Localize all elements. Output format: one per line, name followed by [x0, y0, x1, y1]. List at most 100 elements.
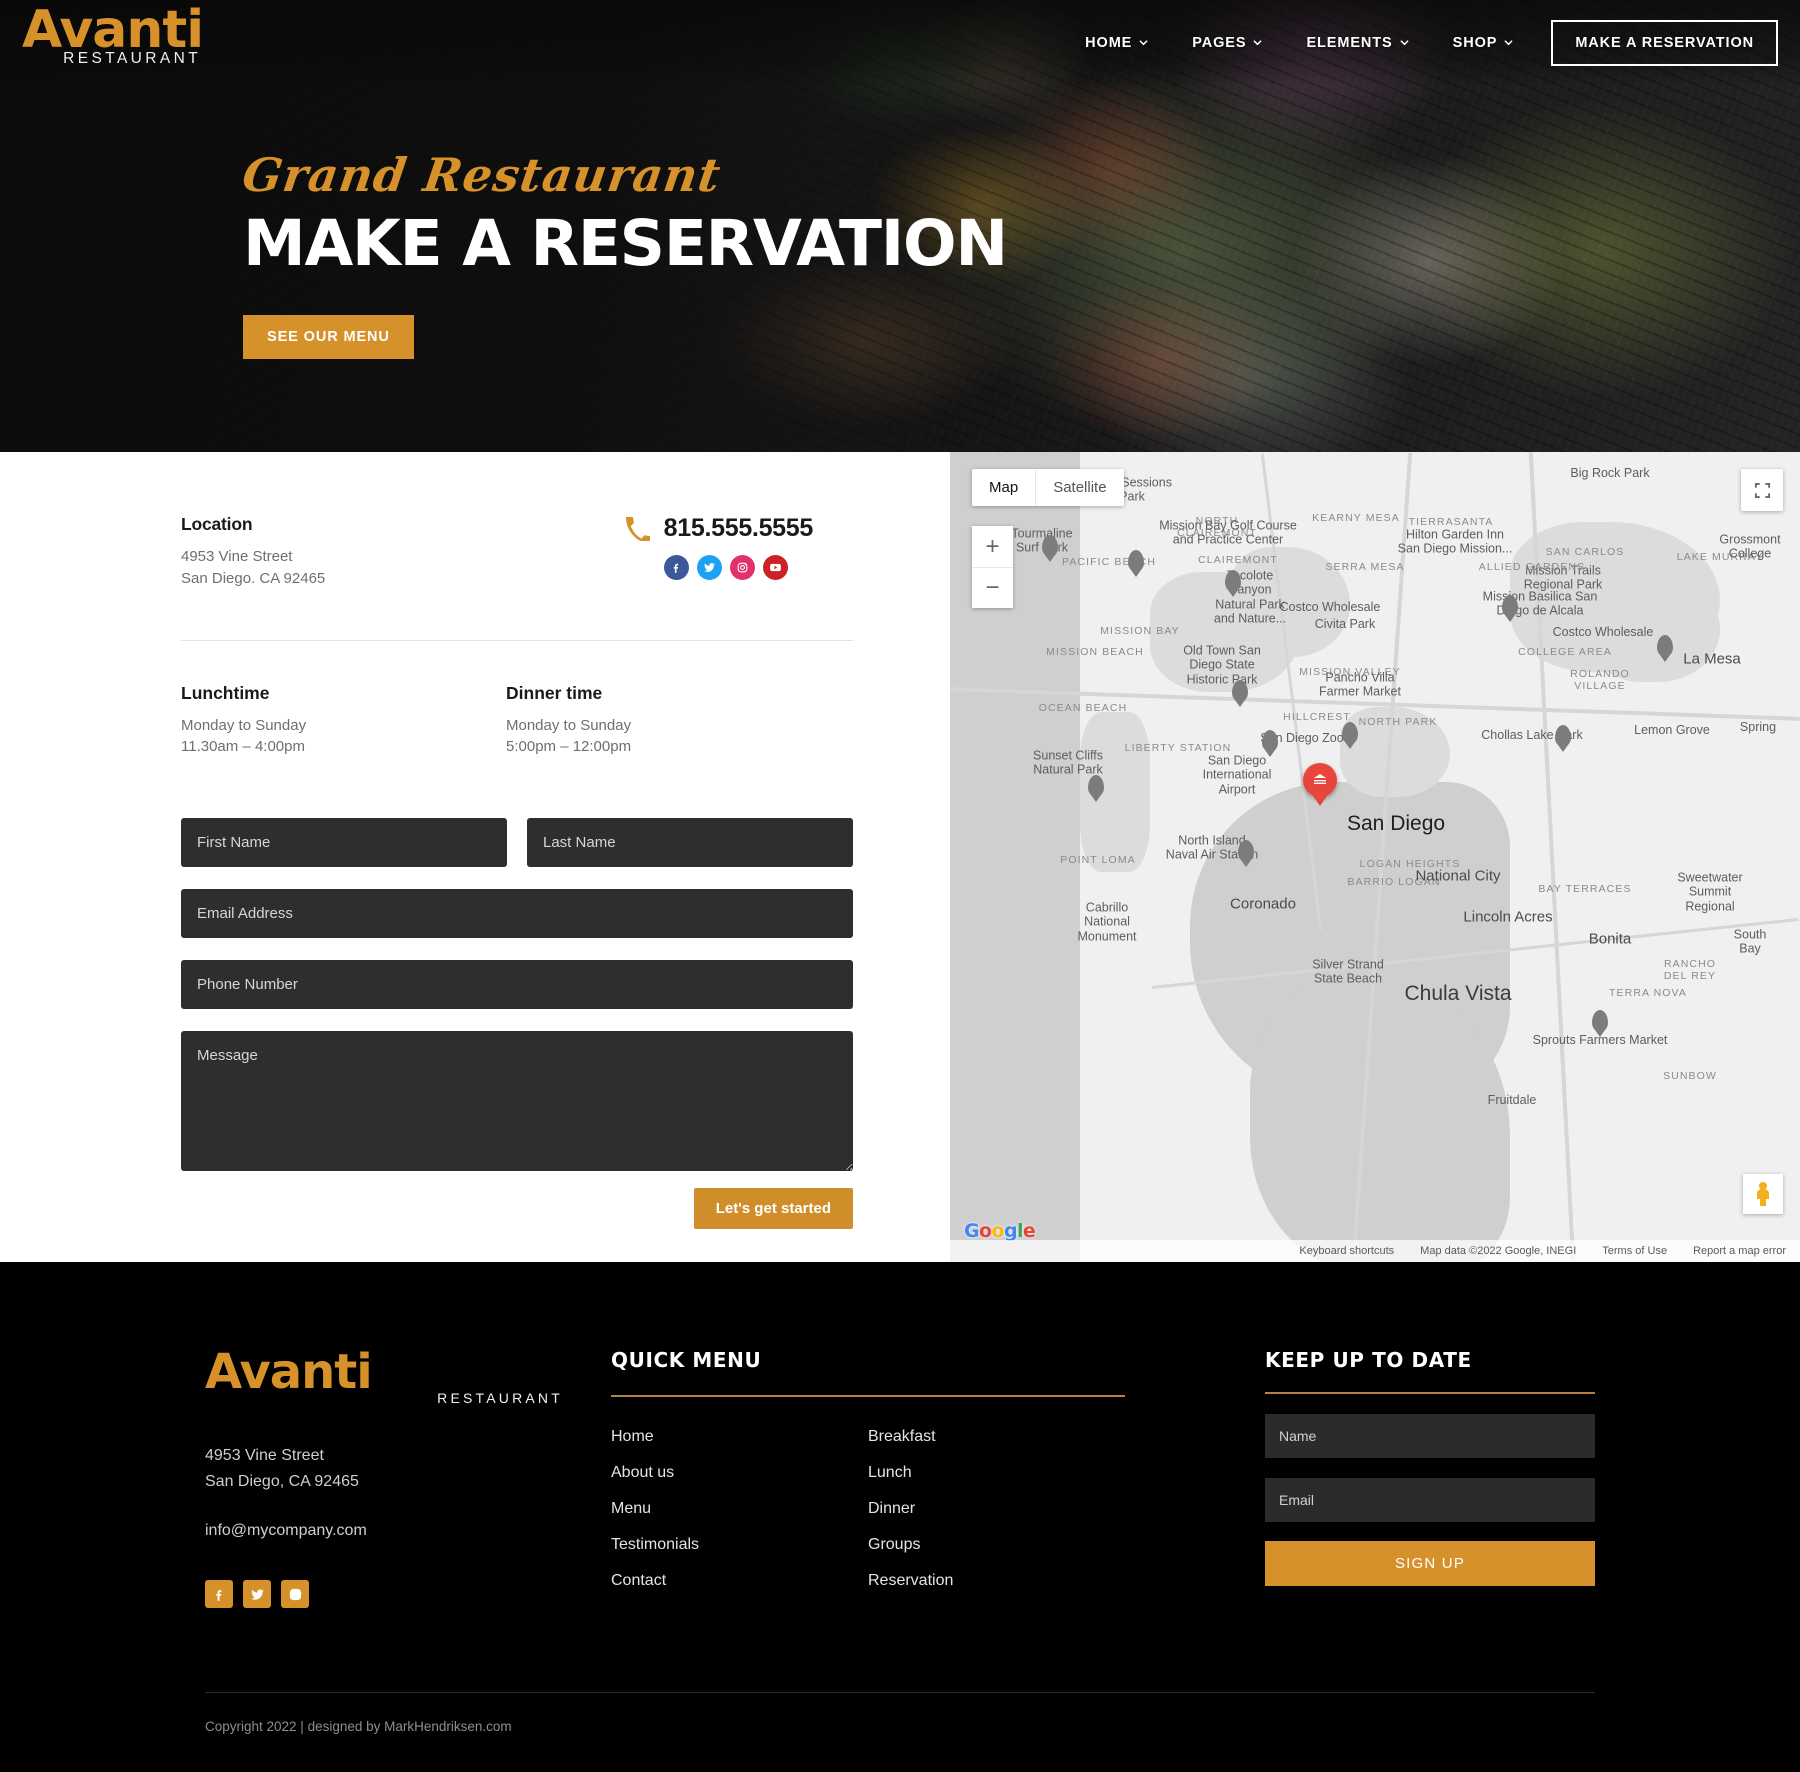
hero-section: Avanti RESTAURANT HOME PAGES ELEMENTS SH…: [0, 0, 1800, 452]
footer-email[interactable]: info@mycompany.com: [205, 1522, 565, 1540]
instagram-icon[interactable]: [281, 1580, 309, 1609]
site-logo[interactable]: Avanti RESTAURANT: [22, 4, 204, 67]
lunchtime-hours: 11.30am – 4:00pm: [181, 738, 305, 756]
map-place-label: MISSION BEACH: [1046, 645, 1144, 658]
map-place-label: Hilton Garden Inn San Diego Mission...: [1397, 527, 1513, 556]
zoom-in-button[interactable]: +: [972, 526, 1013, 567]
list-item: Home: [611, 1428, 868, 1446]
contact-column: Location 4953 Vine Street San Diego. CA …: [0, 452, 950, 1262]
see-our-menu-button[interactable]: SEE OUR MENU: [243, 315, 414, 360]
message-textarea[interactable]: [181, 1031, 853, 1171]
map-type-map[interactable]: Map: [972, 469, 1035, 506]
terms-of-use-link[interactable]: Terms of Use: [1602, 1245, 1667, 1257]
instagram-icon[interactable]: [729, 555, 755, 580]
map-pin-icon[interactable]: [1128, 550, 1144, 572]
list-item: About us: [611, 1464, 868, 1482]
keyboard-shortcuts-link[interactable]: Keyboard shortcuts: [1299, 1245, 1394, 1257]
submit-button[interactable]: Let's get started: [693, 1188, 853, 1229]
list-item: Breakfast: [868, 1428, 1125, 1446]
chevron-down-icon: [1400, 38, 1409, 47]
map-place-label: SUNBOW: [1663, 1069, 1717, 1082]
quick-link-reservation[interactable]: Reservation: [868, 1572, 953, 1589]
quick-link-home[interactable]: Home: [611, 1428, 654, 1445]
quick-menu-column-1: Home About us Menu Testimonials Contact: [611, 1428, 868, 1608]
map-place-label: SAN CARLOS: [1545, 545, 1625, 558]
quick-link-contact[interactable]: Contact: [611, 1572, 666, 1589]
restaurant-location-marker[interactable]: [1303, 763, 1337, 797]
map-pin-icon[interactable]: [1238, 840, 1254, 862]
newsletter-signup-button[interactable]: SIGN UP: [1265, 1541, 1595, 1586]
nav-item-shop-label: SHOP: [1452, 35, 1498, 51]
report-map-error-link[interactable]: Report a map error: [1693, 1245, 1786, 1257]
youtube-icon[interactable]: [762, 555, 788, 580]
map-pin-icon[interactable]: [1342, 722, 1358, 744]
reservation-form: Let's get started: [181, 818, 853, 1229]
last-name-input[interactable]: [527, 818, 853, 867]
nav-item-shop[interactable]: SHOP: [1431, 35, 1536, 51]
quick-link-dinner[interactable]: Dinner: [868, 1500, 915, 1517]
map-pin-icon[interactable]: [1592, 1010, 1608, 1032]
list-item: Lunch: [868, 1464, 1125, 1482]
chevron-down-icon: [1504, 38, 1513, 47]
map-pin-icon[interactable]: [1262, 730, 1278, 752]
map-place-label: National City: [1415, 867, 1501, 885]
quick-link-about-us[interactable]: About us: [611, 1464, 674, 1481]
twitter-icon[interactable]: [696, 555, 722, 580]
footer-address-line-1: 4953 Vine Street: [205, 1447, 324, 1464]
map-pin-icon[interactable]: [1232, 680, 1248, 702]
map-pin-icon[interactable]: [1088, 775, 1104, 797]
map-pin-icon[interactable]: [1042, 535, 1058, 557]
list-item: Contact: [611, 1572, 868, 1590]
nav-item-pages[interactable]: PAGES: [1170, 35, 1284, 51]
quick-link-testimonials[interactable]: Testimonials: [611, 1536, 699, 1553]
first-name-input[interactable]: [181, 818, 507, 867]
map-marker-city-label: San Diego: [1347, 811, 1446, 835]
map-place-label: COLLEGE AREA: [1518, 645, 1612, 658]
map-place-label: Big Rock Park: [1570, 465, 1650, 480]
map-pin-icon[interactable]: [1657, 635, 1673, 657]
nav-item-elements[interactable]: ELEMENTS: [1284, 35, 1430, 51]
phone-input[interactable]: [181, 960, 853, 1009]
quick-link-lunch[interactable]: Lunch: [868, 1464, 912, 1481]
map-place-label: Chula Vista: [1404, 981, 1512, 1005]
nav-item-pages-label: PAGES: [1192, 35, 1247, 51]
nav-item-home[interactable]: HOME: [1063, 35, 1170, 51]
map-canvas[interactable]: NORTH CLAIREMONT CLAIREMONT KEARNY MESA TIE…: [950, 452, 1800, 1262]
map-place-label: HILLCREST: [1283, 710, 1351, 723]
name-row: [181, 818, 853, 867]
dinnertime-heading: Dinner time: [506, 682, 603, 703]
phone-row[interactable]: 815.555.5555: [625, 514, 813, 543]
fullscreen-button[interactable]: [1741, 469, 1783, 511]
map-place-label: Sunset Cliffs Natural Park: [1033, 748, 1103, 777]
street-view-pegman-icon[interactable]: [1743, 1174, 1783, 1214]
location-map[interactable]: NORTH CLAIREMONT CLAIREMONT KEARNY MESA TIE…: [950, 452, 1800, 1262]
newsletter-email-input[interactable]: [1265, 1478, 1595, 1522]
quick-link-menu[interactable]: Menu: [611, 1500, 651, 1517]
zoom-out-button[interactable]: −: [972, 567, 1013, 608]
social-links: [663, 555, 813, 580]
quick-link-breakfast[interactable]: Breakfast: [868, 1428, 936, 1445]
footer-bottom: Copyright 2022 | designed by MarkHendrik…: [205, 1692, 1595, 1772]
opening-hours: Lunchtime Monday to Sunday 11.30am – 4:0…: [181, 683, 853, 759]
quick-link-groups[interactable]: Groups: [868, 1536, 920, 1553]
dinnertime-block: Dinner time Monday to Sunday 5:00pm – 12…: [506, 683, 831, 759]
map-type-satellite[interactable]: Satellite: [1035, 469, 1123, 506]
map-pin-icon[interactable]: [1502, 595, 1518, 617]
footer-logo[interactable]: Avanti RESTAURANT: [205, 1348, 565, 1405]
map-place-label: San Diego International Airport: [1202, 753, 1272, 797]
map-data-credit: Map data ©2022 Google, INEGI: [1420, 1245, 1577, 1257]
map-place-label: Old Town San Diego State Historic Park: [1183, 643, 1261, 687]
make-a-reservation-button[interactable]: MAKE A RESERVATION: [1551, 20, 1778, 66]
twitter-icon[interactable]: [243, 1580, 271, 1609]
newsletter-name-input[interactable]: [1265, 1414, 1595, 1458]
chevron-down-icon: [1253, 38, 1263, 47]
newsletter-rule: [1265, 1392, 1595, 1394]
map-pin-icon[interactable]: [1555, 725, 1571, 747]
dinnertime-details: Monday to Sunday 5:00pm – 12:00pm: [506, 715, 831, 759]
facebook-icon[interactable]: [663, 555, 689, 580]
map-pin-icon[interactable]: [1225, 570, 1241, 592]
phone-block: 815.555.5555: [625, 514, 853, 580]
email-input[interactable]: [181, 889, 853, 938]
map-place-label: MISSION BAY: [1100, 624, 1180, 637]
facebook-icon[interactable]: [205, 1580, 233, 1609]
